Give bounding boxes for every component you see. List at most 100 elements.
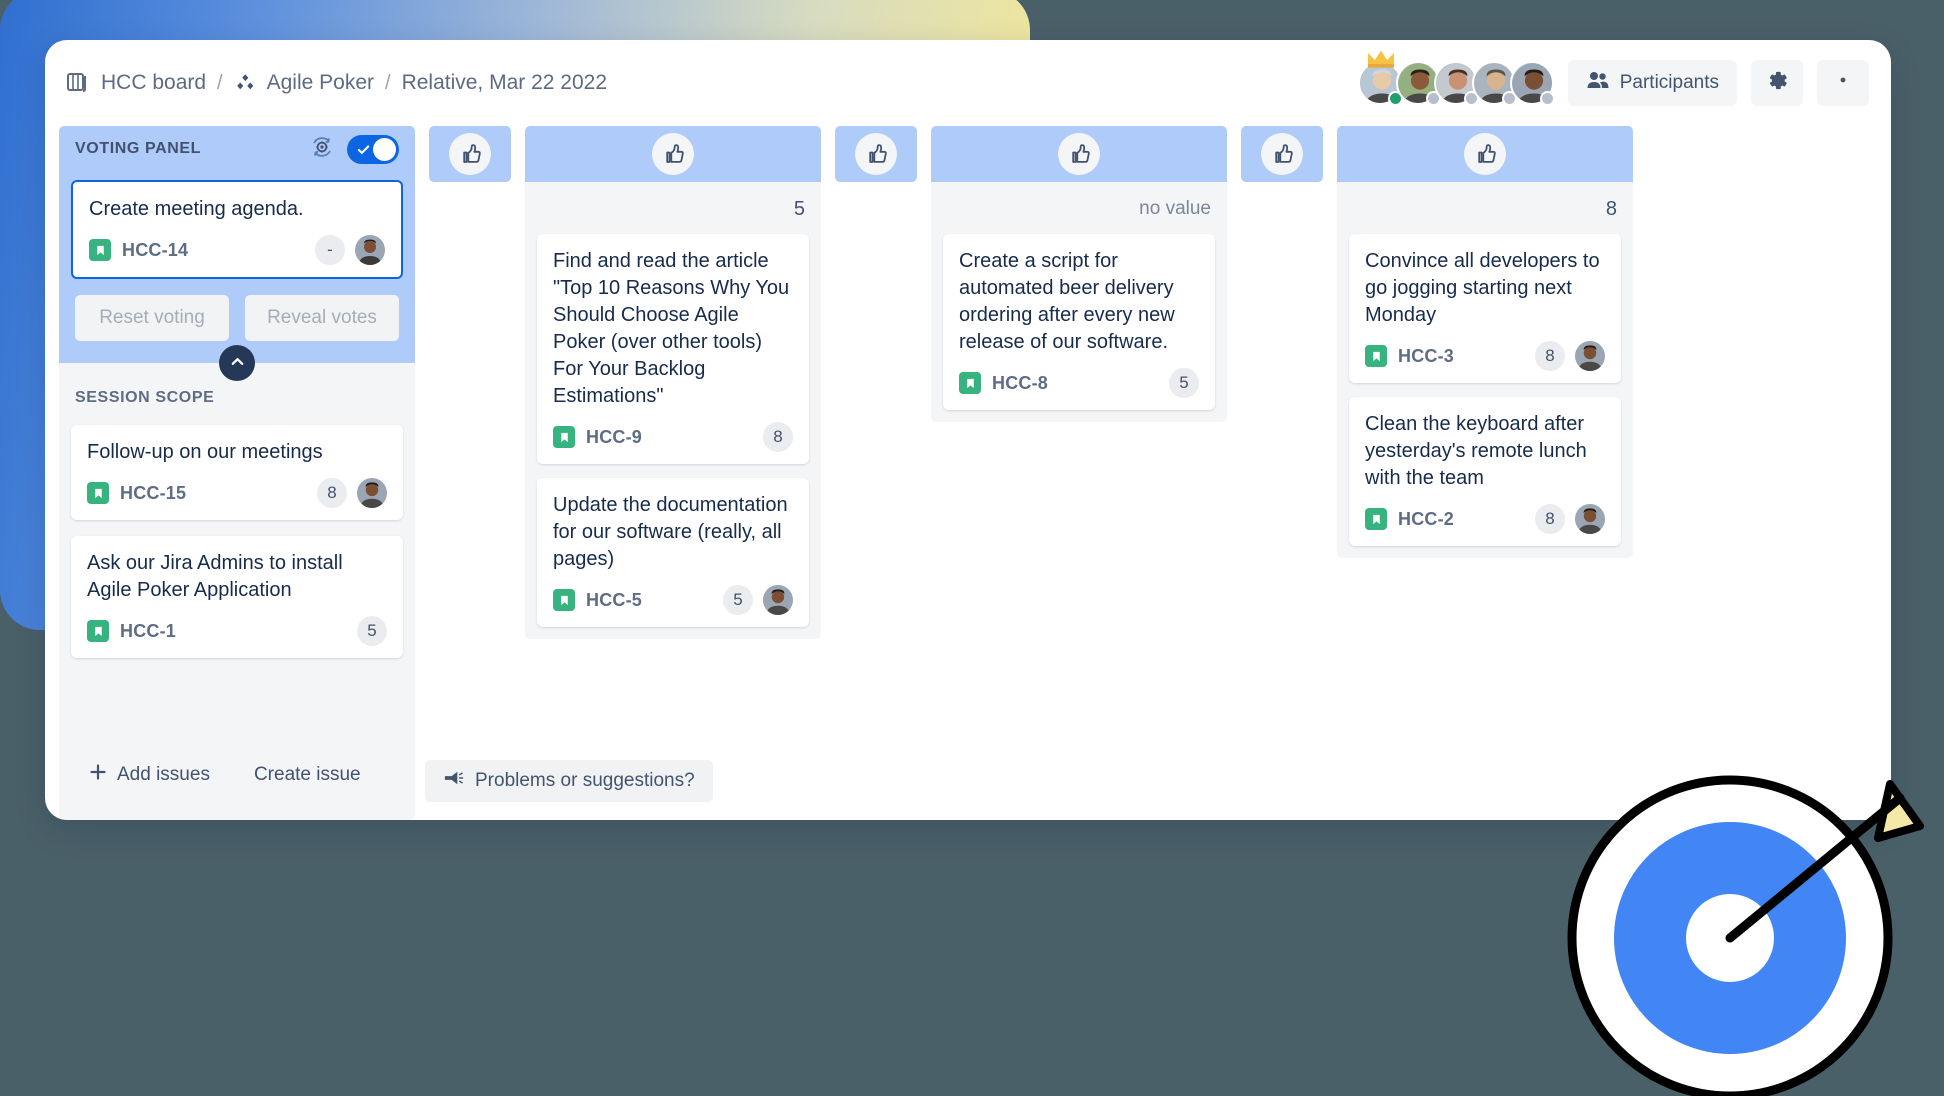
column-8-card-1-assignee-avatar: [1575, 341, 1605, 371]
column-5-card-2-key: HCC-5: [586, 589, 643, 610]
reset-voting-button[interactable]: Reset voting: [75, 295, 229, 341]
voting-card-meta: -: [315, 235, 385, 265]
column-5-card-1-estimate: 8: [763, 422, 793, 452]
settings-button[interactable]: [1751, 60, 1803, 106]
scope-card-1-meta: 8: [317, 478, 387, 508]
board-icon: [67, 72, 91, 94]
column-8-header: [1337, 126, 1633, 182]
column-5-value: 5: [793, 198, 805, 220]
column-8-card-1-estimate: 8: [1535, 341, 1565, 371]
toggle-knob: [373, 137, 396, 161]
auto-refresh-icon[interactable]: [309, 134, 335, 165]
voting-card-estimate: -: [315, 235, 345, 265]
column-no-value-body[interactable]: no value Create a script for automated be…: [931, 182, 1227, 422]
voting-card-title: Create meeting agenda.: [89, 198, 304, 220]
thumbs-up-icon[interactable]: [855, 133, 897, 175]
column-8-body[interactable]: 8 Convince all developers to go jogging s…: [1337, 182, 1633, 558]
thumbs-up-icon[interactable]: [652, 133, 694, 175]
column-5-body[interactable]: 5 Find and read the article "Top 10 Reaso…: [525, 182, 821, 639]
breadcrumb-board-label: HCC board: [101, 71, 207, 94]
participant-avatars: [1357, 50, 1555, 106]
check-icon: [356, 142, 371, 157]
breadcrumb-app[interactable]: Agile Poker: [234, 71, 374, 95]
breadcrumb-separator-2: /: [385, 71, 391, 94]
breadcrumb-app-label: Agile Poker: [266, 71, 374, 94]
column-5-card-2[interactable]: Update the documentation for our softwar…: [537, 478, 809, 627]
voting-actions: Reset voting Reveal votes: [71, 279, 403, 351]
voting-issue-card[interactable]: Create meeting agenda. HCC-14 -: [71, 180, 403, 279]
story-icon: [553, 426, 575, 448]
collapse-voting-panel-button[interactable]: [219, 345, 255, 381]
column-no-value-card-1-meta: 5: [1169, 368, 1199, 398]
participant-avatar-5-wrap[interactable]: [1509, 61, 1555, 106]
scope-card-1-title: Follow-up on our meetings: [87, 441, 323, 463]
story-icon: [1365, 508, 1387, 530]
breadcrumb-separator-1: /: [217, 71, 223, 94]
story-icon: [89, 239, 111, 261]
column-no-value-card-list: Create a script for automated beer deliv…: [943, 234, 1215, 410]
thumbs-up-icon[interactable]: [449, 133, 491, 175]
column-5-header: [525, 126, 821, 182]
column-5-card-1-title: Find and read the article "Top 10 Reason…: [553, 250, 790, 407]
thumbs-up-icon[interactable]: [1058, 133, 1100, 175]
column-8-card-1-meta: 8: [1535, 341, 1605, 371]
breadcrumb: HCC board / Agile Poker / Relative, Mar …: [67, 71, 607, 95]
scope-card-2-footer: HCC-1 5: [87, 616, 387, 646]
more-options-icon: [1840, 70, 1846, 96]
column-8-card-1[interactable]: Convince all developers to go jogging st…: [1349, 234, 1621, 383]
column-8-card-2-title: Clean the keyboard after yesterday's rem…: [1365, 413, 1587, 489]
header-actions: Participants: [1357, 50, 1869, 106]
more-options-button[interactable]: [1817, 60, 1869, 106]
thumbs-up-icon[interactable]: [1261, 133, 1303, 175]
voting-panel-controls: [309, 134, 399, 165]
create-issue-button[interactable]: Create issue: [236, 752, 379, 798]
participants-label: Participants: [1619, 72, 1719, 93]
agile-poker-app-window: HCC board / Agile Poker / Relative, Mar …: [45, 40, 1891, 820]
column-no-value-value: no value: [1139, 198, 1211, 219]
column-5-card-1-meta: 8: [763, 422, 793, 452]
target-with-arrow-icon: [1560, 718, 1944, 1096]
column-narrow-1: [429, 126, 511, 182]
breadcrumb-board[interactable]: HCC board: [67, 71, 206, 95]
estimation-columns: 5 Find and read the article "Top 10 Reaso…: [415, 126, 1647, 820]
chevron-up-icon: [229, 353, 246, 373]
voting-panel-toggle[interactable]: [347, 134, 399, 164]
column-8: 8 Convince all developers to go jogging s…: [1337, 126, 1633, 558]
column-5-card-2-footer: HCC-5 5: [553, 585, 793, 615]
agile-poker-icon: [234, 72, 257, 95]
story-icon: [553, 589, 575, 611]
scope-card-2[interactable]: Ask our Jira Admins to install Agile Pok…: [71, 536, 403, 658]
app-header: HCC board / Agile Poker / Relative, Mar …: [45, 40, 1891, 126]
column-8-card-1-key: HCC-3: [1398, 345, 1455, 366]
add-issues-button[interactable]: Add issues: [71, 752, 228, 798]
story-icon: [1365, 345, 1387, 367]
column-narrow-3: [1241, 126, 1323, 182]
scope-card-1-assignee-avatar: [357, 478, 387, 508]
story-icon: [959, 372, 981, 394]
column-5-card-2-estimate: 5: [723, 585, 753, 615]
scope-card-1-estimate: 8: [317, 478, 347, 508]
column-no-value-header: [931, 126, 1227, 182]
column-5-card-1[interactable]: Find and read the article "Top 10 Reason…: [537, 234, 809, 464]
column-no-value-card-1-title: Create a script for automated beer deliv…: [959, 250, 1175, 353]
column-8-card-2[interactable]: Clean the keyboard after yesterday's rem…: [1349, 397, 1621, 546]
column-no-value-card-1[interactable]: Create a script for automated beer deliv…: [943, 234, 1215, 410]
column-narrow-3-header: [1241, 126, 1323, 182]
voting-panel-body: Create meeting agenda. HCC-14 - Reset vo…: [59, 172, 415, 363]
scope-card-1-footer: HCC-15 8: [87, 478, 387, 508]
column-no-value: no value Create a script for automated be…: [931, 126, 1227, 422]
participants-button[interactable]: Participants: [1567, 60, 1737, 106]
session-scope-card-list: Follow-up on our meetings HCC-15 8 Ask our …: [71, 425, 403, 658]
column-5-card-1-key: HCC-9: [586, 426, 643, 447]
thumbs-up-icon[interactable]: [1464, 133, 1506, 175]
column-5-card-2-assignee-avatar: [763, 585, 793, 615]
scope-card-2-key: HCC-1: [120, 620, 177, 641]
story-icon: [87, 620, 109, 642]
scope-card-1[interactable]: Follow-up on our meetings HCC-15 8: [71, 425, 403, 520]
feedback-label: Problems or suggestions?: [475, 770, 695, 791]
feedback-button[interactable]: Problems or suggestions?: [425, 760, 713, 802]
breadcrumb-session: Relative, Mar 22 2022: [402, 71, 607, 95]
voting-card-assignee-avatar: [355, 235, 385, 265]
screen: HCC board / Agile Poker / Relative, Mar …: [0, 0, 1944, 1096]
reveal-votes-button[interactable]: Reveal votes: [245, 295, 399, 341]
